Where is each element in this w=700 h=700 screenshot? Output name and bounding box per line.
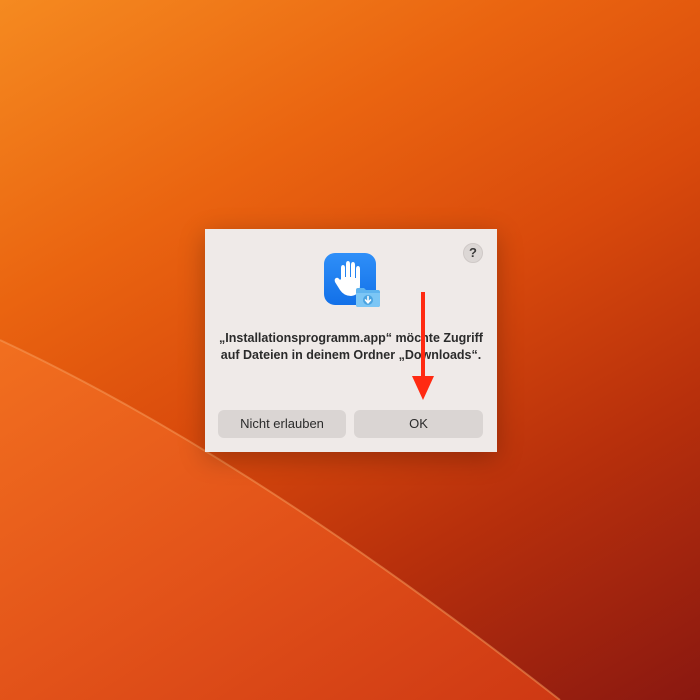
downloads-folder-icon [355,286,381,308]
help-button[interactable]: ? [463,243,483,263]
deny-button[interactable]: Nicht erlauben [218,410,346,438]
red-arrow-down-icon [412,292,434,400]
ok-button[interactable]: OK [354,410,483,438]
dialog-message: „Installationsprogramm.app“ möchte Zugri… [219,331,483,362]
permission-dialog: ? „Installationsprogramm.app“ möchte Zug… [205,229,497,452]
